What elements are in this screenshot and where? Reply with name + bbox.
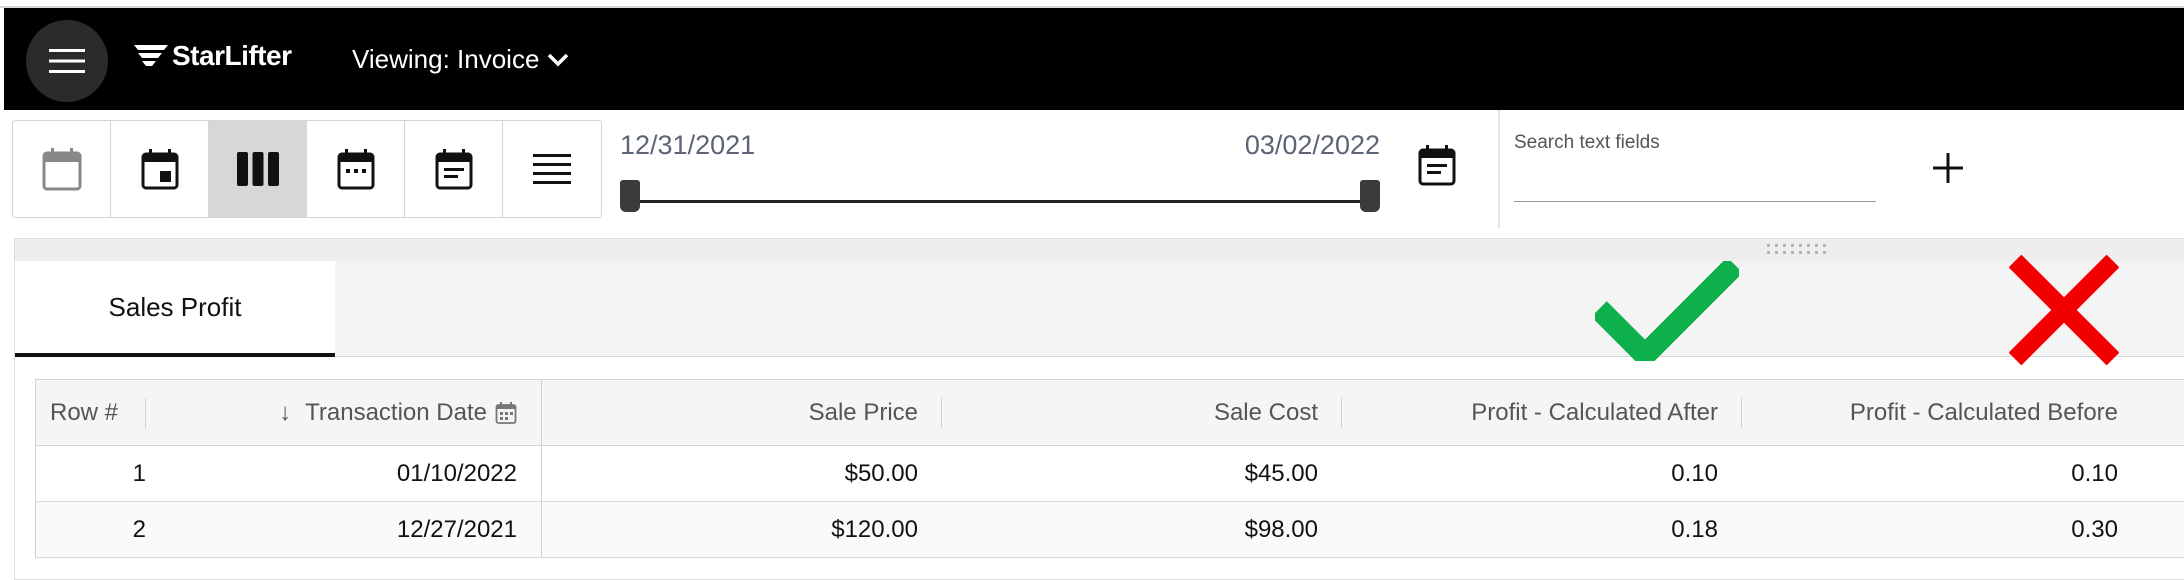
plus-icon <box>1933 153 1963 183</box>
calendar-agenda-icon <box>435 149 472 190</box>
app-header: StarLifter Viewing: Invoice <box>4 8 2184 110</box>
wing-logo-icon <box>134 45 168 66</box>
cell-transaction-date: 01/10/2022 <box>146 446 542 501</box>
column-header-label: Sale Price <box>808 398 918 426</box>
view-day-button[interactable] <box>111 121 209 217</box>
search-input[interactable] <box>1514 160 1876 183</box>
cell-row-number: 2 <box>132 515 146 543</box>
tab-bar: Sales Profit <box>15 255 2184 365</box>
cell-transaction-date: 12/27/2021 <box>146 502 542 557</box>
column-header-transaction-date[interactable]: ↓ Transaction Date <box>146 380 542 445</box>
grid-header-row: Row # ↓ Transaction Date Sale Price Sale… <box>36 380 2184 446</box>
view-list-button[interactable] <box>503 121 601 217</box>
date-picker-button[interactable] <box>1414 140 1460 190</box>
column-header-row-number[interactable]: Row # <box>36 380 146 445</box>
cell-profit-after: 0.10 <box>1671 459 1718 487</box>
check-icon <box>1595 261 1739 361</box>
cell-profit-before: 0.30 <box>2071 515 2118 543</box>
view-agenda-button[interactable] <box>405 121 503 217</box>
chevron-down-icon <box>548 53 569 66</box>
slider-handle-end[interactable] <box>1360 180 1380 212</box>
search-label: Search text fields <box>1514 132 1660 153</box>
list-icon <box>533 154 571 184</box>
top-border <box>0 0 2184 8</box>
app-logo: StarLifter <box>134 40 292 72</box>
cell-sale-cost: $98.00 <box>1244 515 1318 543</box>
column-header-profit-after[interactable]: Profit - Calculated After <box>1342 380 1742 445</box>
add-button[interactable] <box>1928 148 1968 188</box>
view-mode-group <box>12 120 602 218</box>
viewing-selector[interactable]: Viewing: Invoice <box>352 44 569 75</box>
slider-handle-start[interactable] <box>620 180 640 212</box>
slider-track[interactable] <box>622 200 1378 203</box>
view-calendar-blank-button[interactable] <box>13 121 111 217</box>
cell-profit-after: 0.18 <box>1671 515 1718 543</box>
tab-label: Sales Profit <box>108 291 242 322</box>
column-header-label: Transaction Date <box>305 398 487 426</box>
tab-sales-profit[interactable]: Sales Profit <box>15 261 335 357</box>
column-header-label: Row # <box>50 398 119 426</box>
calendar-blank-icon <box>42 148 81 191</box>
table-row[interactable]: 1 01/10/2022 $50.00 $45.00 0.10 0.10 <box>36 446 2184 502</box>
menu-button[interactable] <box>26 20 108 102</box>
column-header-label: Profit - Calculated Before <box>1849 398 2118 426</box>
column-header-profit-before[interactable]: Profit - Calculated Before <box>1742 380 2142 445</box>
panel-header-strip <box>15 239 2184 261</box>
logo-text: StarLifter <box>172 40 292 71</box>
column-header-label: Sale Cost <box>1213 398 1318 426</box>
data-grid: Row # ↓ Transaction Date Sale Price Sale… <box>35 379 2184 558</box>
search-field[interactable]: Search text fields <box>1514 132 1876 202</box>
column-header-label: Profit - Calculated After <box>1471 398 1718 426</box>
date-start: 12/31/2021 <box>620 130 756 160</box>
close-x-icon <box>2009 255 2119 365</box>
column-header-sale-price[interactable]: Sale Price <box>542 380 942 445</box>
drag-handle-icon[interactable] <box>1767 243 1829 257</box>
calendar-month-icon <box>337 149 374 190</box>
calendar-day-icon <box>141 149 178 190</box>
column-header-sale-cost[interactable]: Sale Cost <box>942 380 1342 445</box>
date-range-slider: 12/31/2021 03/02/2022 <box>620 122 1380 212</box>
table-row[interactable]: 2 12/27/2021 $120.00 $98.00 0.18 0.30 <box>36 502 2184 558</box>
calendar-agenda-icon <box>1418 145 1456 186</box>
calendar-icon <box>495 401 517 425</box>
content-panel: Sales Profit Row # ↓ Transaction Date Sa… <box>14 238 2184 580</box>
view-month-button[interactable] <box>307 121 405 217</box>
toolbar: 12/31/2021 03/02/2022 Search text fields <box>0 110 2184 238</box>
cell-sale-price: $50.00 <box>844 459 918 487</box>
view-columns-button[interactable] <box>209 121 307 217</box>
cell-profit-before: 0.10 <box>2071 459 2118 487</box>
cell-sale-price: $120.00 <box>831 515 918 543</box>
toolbar-divider <box>1498 110 1500 228</box>
date-end: 03/02/2022 <box>1244 130 1380 160</box>
cell-row-number: 1 <box>132 459 146 487</box>
cell-sale-cost: $45.00 <box>1244 459 1318 487</box>
sort-down-icon[interactable]: ↓ <box>279 399 291 427</box>
columns-icon <box>236 152 279 186</box>
hamburger-icon <box>49 49 85 73</box>
viewing-label: Viewing: Invoice <box>352 44 540 74</box>
